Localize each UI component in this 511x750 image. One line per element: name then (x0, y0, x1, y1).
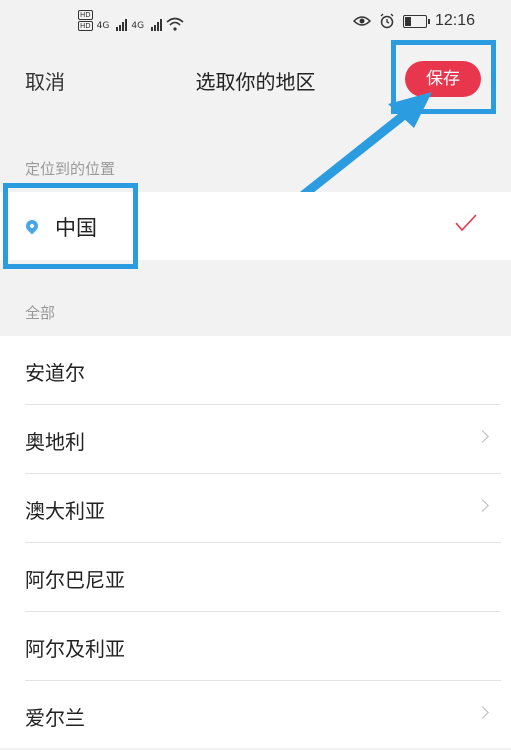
check-icon (455, 214, 477, 232)
list-item-label: 奥地利 (25, 430, 85, 454)
battery-fill (404, 16, 412, 26)
battery-icon (402, 14, 430, 28)
save-highlight-box (391, 40, 496, 114)
network-type-2: 4G (131, 21, 145, 31)
all-section-label: 全部 (25, 304, 56, 322)
status-left: HD HD 4G 4G (78, 10, 184, 31)
list-item[interactable]: 阿尔及利亚 (0, 612, 511, 681)
wifi-icon (166, 17, 184, 31)
status-bar: HD HD 4G 4G 12:16 (0, 0, 511, 40)
list-item[interactable]: 澳大利亚 (0, 474, 511, 543)
eye-comfort-icon (352, 16, 371, 26)
chevron-right-icon (476, 430, 489, 443)
status-right: 12:16 (352, 12, 475, 30)
chevron-right-icon (476, 706, 489, 719)
clock: 12:16 (434, 12, 475, 29)
list-item[interactable]: 阿尔巴尼亚 (0, 543, 511, 612)
list-item[interactable]: 安道尔 (0, 336, 511, 405)
list-item-label: 澳大利亚 (25, 499, 105, 523)
hd-badge-1: HD (78, 10, 93, 20)
signal-icon-2 (151, 19, 163, 31)
chevron-right-icon (476, 499, 489, 512)
location-highlight-box (3, 183, 138, 269)
list-item-label: 阿尔及利亚 (25, 637, 125, 661)
list-item-label: 安道尔 (25, 361, 85, 385)
list-item[interactable]: 奥地利 (0, 405, 511, 474)
cancel-button[interactable]: 取消 (25, 66, 65, 95)
alarm-icon (380, 13, 394, 29)
list-item-label: 爱尔兰 (25, 706, 85, 730)
hd-indicator: HD HD (78, 10, 93, 31)
list-item-label: 阿尔巴尼亚 (25, 568, 125, 592)
country-list: 安道尔 奥地利 澳大利亚 阿尔巴尼亚 阿尔及利亚 爱尔兰 (0, 336, 511, 748)
located-section-label: 定位到的位置 (25, 160, 116, 178)
list-item[interactable]: 爱尔兰 (0, 681, 511, 750)
network-type-1: 4G (96, 21, 110, 31)
hd-badge-2: HD (78, 21, 93, 31)
signal-icon (116, 19, 128, 31)
